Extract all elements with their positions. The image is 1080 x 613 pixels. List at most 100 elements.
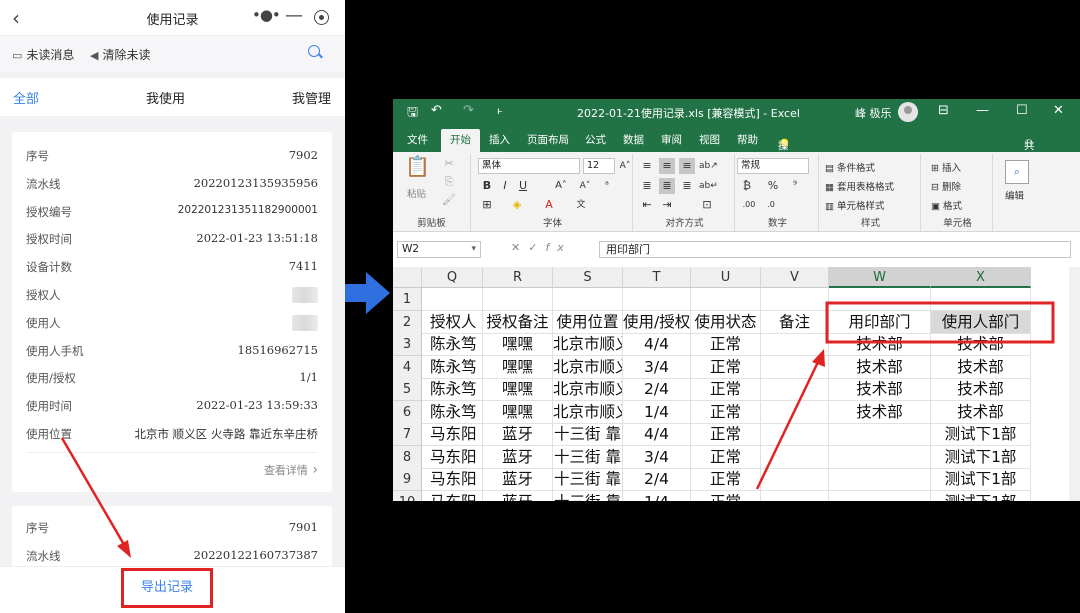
row-header[interactable]: 3 [393,333,422,356]
align-top-icon[interactable]: ≡ [639,158,655,174]
cell[interactable]: 蓝牙 [483,468,553,491]
cell[interactable]: 测试下1部 [931,491,1031,501]
decrease-decimal-icon[interactable]: .0 [763,197,779,213]
format-cells-button[interactable]: ▣ 格式 [931,198,962,212]
cell[interactable]: 嘿嘿 [483,356,553,379]
merge-center-icon[interactable]: ⊡ [699,197,715,213]
row-header[interactable]: 5 [393,378,422,401]
cell[interactable]: 技术部 [931,333,1031,356]
cell[interactable]: 正常 [691,446,761,469]
row-header[interactable]: 9 [393,468,422,491]
customize-toolbar-icon[interactable]: ⱶ [497,106,503,117]
cell[interactable] [829,288,931,311]
cell[interactable]: 北京市顺义 [553,333,623,356]
find-icon[interactable]: ⌕ [1005,160,1029,184]
font-size-select[interactable]: 12 [583,158,615,174]
cell[interactable] [829,468,931,491]
cell[interactable]: 嘿嘿 [483,333,553,356]
cell[interactable]: 技术部 [829,378,931,401]
number-format-select[interactable]: 常规 [737,158,809,174]
tab-data[interactable]: 数据 [623,132,644,147]
tab-formulas[interactable]: 公式 [585,132,606,147]
orientation-icon[interactable]: ab↗ [699,158,718,174]
cell[interactable]: 3/4 [623,356,691,379]
cell[interactable]: 北京市顺义 [553,401,623,424]
cell[interactable]: 4/4 [623,423,691,446]
cell[interactable]: 测试下1部 [931,423,1031,446]
unread-messages-button[interactable]: ▭ 未读消息 [12,46,74,63]
cell[interactable]: 技术部 [829,333,931,356]
fill-color-icon[interactable]: ◈ [509,197,525,213]
cell[interactable] [483,288,553,311]
cell[interactable]: 授权备注 [483,311,553,334]
phonetic-icon[interactable]: ᵃ [599,178,615,194]
tab-insert[interactable]: 插入 [489,132,510,147]
cell[interactable]: 北京市顺义 [553,378,623,401]
row-header[interactable]: 6 [393,401,422,424]
cell[interactable]: 蓝牙 [483,446,553,469]
cell[interactable]: 2/4 [623,468,691,491]
cell[interactable] [761,446,829,469]
vertical-scrollbar[interactable] [1069,267,1080,501]
avatar[interactable] [898,102,918,122]
ribbon-display-icon[interactable]: ⊟ [938,103,949,118]
cell[interactable] [931,288,1031,311]
italic-icon[interactable]: I [497,178,513,194]
paste-icon[interactable]: 📋 [405,156,430,184]
cell[interactable]: 嘿嘿 [483,401,553,424]
wubi-icon[interactable]: 文 [573,197,589,213]
cell[interactable]: 2/4 [623,378,691,401]
cell[interactable]: 正常 [691,378,761,401]
cell[interactable] [761,468,829,491]
cell[interactable] [761,288,829,311]
name-box[interactable]: W2 [397,241,481,258]
cell[interactable]: 陈永笃 [422,401,483,424]
cell[interactable]: 3/4 [623,446,691,469]
cell[interactable]: 技术部 [829,356,931,379]
cell[interactable]: 测试下1部 [931,468,1031,491]
cell[interactable]: 1/4 [623,491,691,501]
increase-decimal-icon[interactable]: .00 [741,197,757,213]
cell[interactable]: 陈永笃 [422,356,483,379]
search-icon[interactable] [308,45,320,57]
close-target-icon[interactable] [314,10,329,25]
cell[interactable]: 技术部 [829,401,931,424]
percent-icon[interactable]: % [765,178,781,194]
conditional-format-button[interactable]: ▤ 条件格式 [825,160,875,174]
align-center-icon[interactable]: ≣ [659,178,675,194]
cell[interactable]: 技术部 [931,401,1031,424]
cell[interactable]: 用印部门 [829,311,931,334]
formula-icons[interactable]: ✕✓fx [511,241,572,254]
column-header[interactable]: R [483,267,553,288]
row-header[interactable]: 7 [393,423,422,446]
comma-icon[interactable]: ⁹ [787,178,803,194]
close-window-icon[interactable]: ✕ [1053,103,1064,118]
cell[interactable]: 正常 [691,491,761,501]
cell[interactable]: 技术部 [931,378,1031,401]
cell[interactable] [829,423,931,446]
cell[interactable]: 马东阳 [422,446,483,469]
cell-style-button[interactable]: ▥ 单元格样式 [825,198,885,212]
cell[interactable]: 使用人部门 [931,311,1031,334]
font-color-icon[interactable]: A [541,197,557,213]
redo-icon[interactable]: ↷ [463,103,474,118]
cell[interactable]: 马东阳 [422,468,483,491]
font-name-select[interactable]: 黑体 [478,158,580,174]
tab-page-layout[interactable]: 页面布局 [527,132,569,147]
cell[interactable]: 正常 [691,401,761,424]
cut-icon[interactable]: ✂ [441,156,457,172]
cell[interactable]: 使用/授权 [623,311,691,334]
column-header[interactable]: U [691,267,761,288]
cell[interactable]: 十三街 靠 [553,446,623,469]
wrap-text-icon[interactable]: ab↵ [699,178,718,194]
bold-icon[interactable]: B [479,178,495,194]
cell[interactable]: 正常 [691,423,761,446]
more-icon[interactable]: •●• [252,6,281,24]
export-records-button[interactable]: 导出记录 [121,568,213,608]
row-header[interactable]: 4 [393,356,422,379]
tab-home[interactable]: 开始 [441,129,480,152]
view-detail-link[interactable]: 查看详情 [264,462,318,478]
row-header[interactable]: 1 [393,288,422,311]
cell[interactable]: 技术部 [931,356,1031,379]
cell[interactable] [761,356,829,379]
